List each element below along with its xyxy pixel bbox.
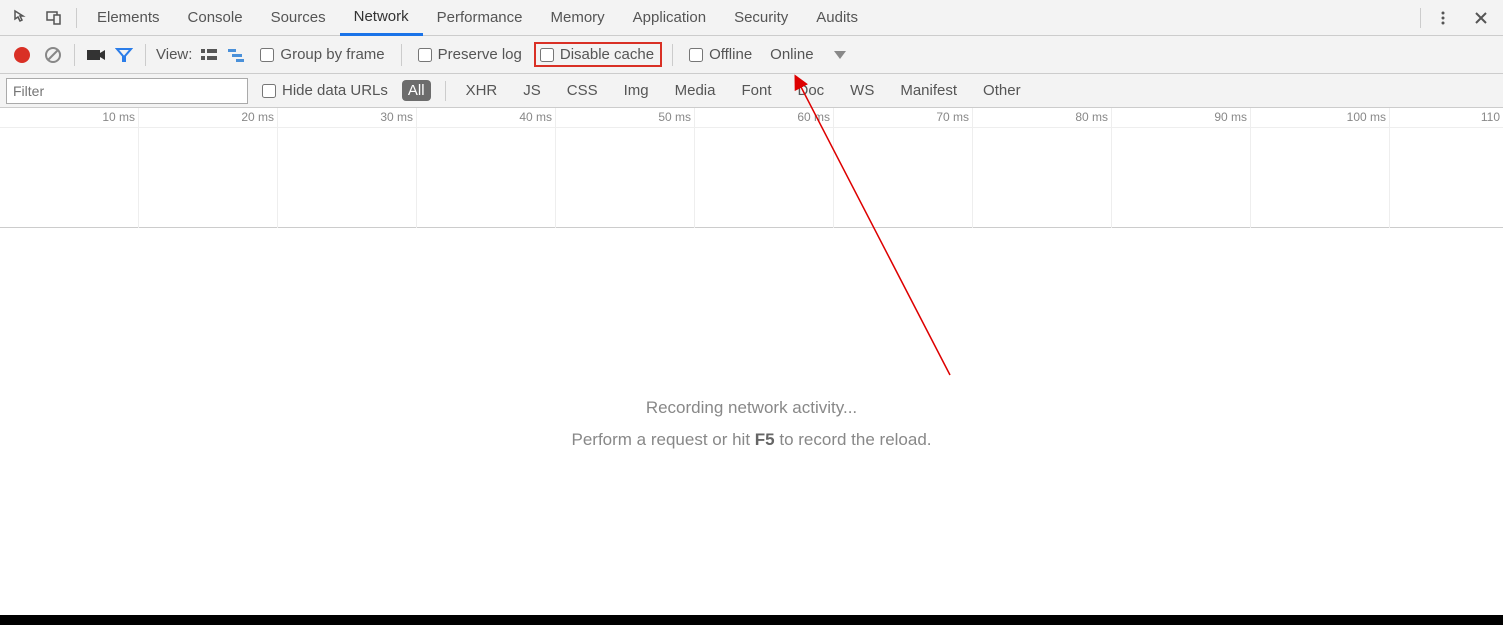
type-all[interactable]: All — [402, 80, 431, 101]
panel-tabs: Elements Console Sources Network Perform… — [83, 0, 872, 35]
separator — [1420, 8, 1421, 28]
type-doc[interactable]: Doc — [791, 80, 830, 101]
separator — [74, 44, 75, 66]
group-by-frame-label: Group by frame — [280, 46, 384, 63]
clear-icon[interactable] — [42, 44, 64, 66]
screenshot-icon[interactable] — [85, 44, 107, 66]
more-icon[interactable] — [1431, 6, 1455, 30]
hide-data-urls-checkbox[interactable]: Hide data URLs — [256, 82, 394, 99]
group-by-frame-checkbox[interactable]: Group by frame — [254, 46, 390, 63]
type-xhr[interactable]: XHR — [460, 80, 504, 101]
type-other[interactable]: Other — [977, 80, 1027, 101]
timeline-ticks: 10 ms 20 ms 30 ms 40 ms 50 ms 60 ms 70 m… — [0, 108, 1503, 128]
empty-line2: Perform a request or hit F5 to record th… — [0, 430, 1503, 450]
devtools-tabbar: Elements Console Sources Network Perform… — [0, 0, 1503, 36]
throttling-select[interactable]: Online — [764, 46, 851, 63]
device-toggle-icon[interactable] — [42, 6, 66, 30]
tab-security[interactable]: Security — [720, 0, 802, 35]
tick-label: 100 ms — [1347, 110, 1386, 124]
offline-checkbox[interactable]: Offline — [683, 46, 758, 63]
separator — [401, 44, 402, 66]
tick-label: 30 ms — [380, 110, 413, 124]
dropdown-icon — [834, 51, 846, 59]
large-rows-icon[interactable] — [198, 44, 220, 66]
separator — [445, 81, 446, 101]
type-media[interactable]: Media — [669, 80, 722, 101]
close-icon[interactable] — [1469, 6, 1493, 30]
shortcut-key: F5 — [755, 430, 775, 449]
preserve-log-label: Preserve log — [438, 46, 522, 63]
separator — [672, 44, 673, 66]
filter-input[interactable] — [6, 78, 248, 104]
type-font[interactable]: Font — [735, 80, 777, 101]
disable-cache-label: Disable cache — [560, 46, 654, 63]
tick-label: 20 ms — [241, 110, 274, 124]
separator — [76, 8, 77, 28]
separator — [145, 44, 146, 66]
hide-data-urls-input[interactable] — [262, 84, 276, 98]
preserve-log-input[interactable] — [418, 48, 432, 62]
tab-elements[interactable]: Elements — [83, 0, 174, 35]
inspect-icon[interactable] — [10, 6, 34, 30]
tab-console[interactable]: Console — [174, 0, 257, 35]
disable-cache-highlight: Disable cache — [534, 42, 662, 67]
network-timeline[interactable]: 10 ms 20 ms 30 ms 40 ms 50 ms 60 ms 70 m… — [0, 108, 1503, 228]
tick-label: 80 ms — [1075, 110, 1108, 124]
type-img[interactable]: Img — [618, 80, 655, 101]
tick-label: 10 ms — [102, 110, 135, 124]
disable-cache-input[interactable] — [540, 48, 554, 62]
footer-bar — [0, 615, 1503, 625]
network-filter-row: Hide data URLs All XHR JS CSS Img Media … — [0, 74, 1503, 108]
tab-memory[interactable]: Memory — [537, 0, 619, 35]
hide-data-urls-label: Hide data URLs — [282, 82, 388, 99]
tick-label: 50 ms — [658, 110, 691, 124]
tab-application[interactable]: Application — [619, 0, 720, 35]
view-label: View: — [156, 46, 192, 63]
resource-type-filters: All XHR JS CSS Img Media Font Doc WS Man… — [402, 80, 1027, 101]
tab-performance[interactable]: Performance — [423, 0, 537, 35]
tick-label: 60 ms — [797, 110, 830, 124]
tick-label: 90 ms — [1214, 110, 1247, 124]
filter-icon[interactable] — [113, 44, 135, 66]
disable-cache-checkbox[interactable]: Disable cache — [540, 46, 654, 63]
type-ws[interactable]: WS — [844, 80, 880, 101]
tab-network[interactable]: Network — [340, 0, 423, 36]
type-css[interactable]: CSS — [561, 80, 604, 101]
tab-sources[interactable]: Sources — [257, 0, 340, 35]
throttling-value: Online — [770, 46, 813, 63]
record-button[interactable] — [14, 47, 30, 63]
tick-label: 110 — [1481, 110, 1500, 124]
offline-input[interactable] — [689, 48, 703, 62]
type-manifest[interactable]: Manifest — [894, 80, 963, 101]
tick-label: 40 ms — [519, 110, 552, 124]
tab-audits[interactable]: Audits — [802, 0, 872, 35]
waterfall-icon[interactable] — [226, 44, 248, 66]
preserve-log-checkbox[interactable]: Preserve log — [412, 46, 528, 63]
empty-line1: Recording network activity... — [0, 398, 1503, 418]
offline-label: Offline — [709, 46, 752, 63]
tick-label: 70 ms — [936, 110, 969, 124]
group-by-frame-input[interactable] — [260, 48, 274, 62]
type-js[interactable]: JS — [517, 80, 547, 101]
empty-state: Recording network activity... Perform a … — [0, 398, 1503, 450]
network-toolbar: View: Group by frame Preserve log Disabl… — [0, 36, 1503, 74]
